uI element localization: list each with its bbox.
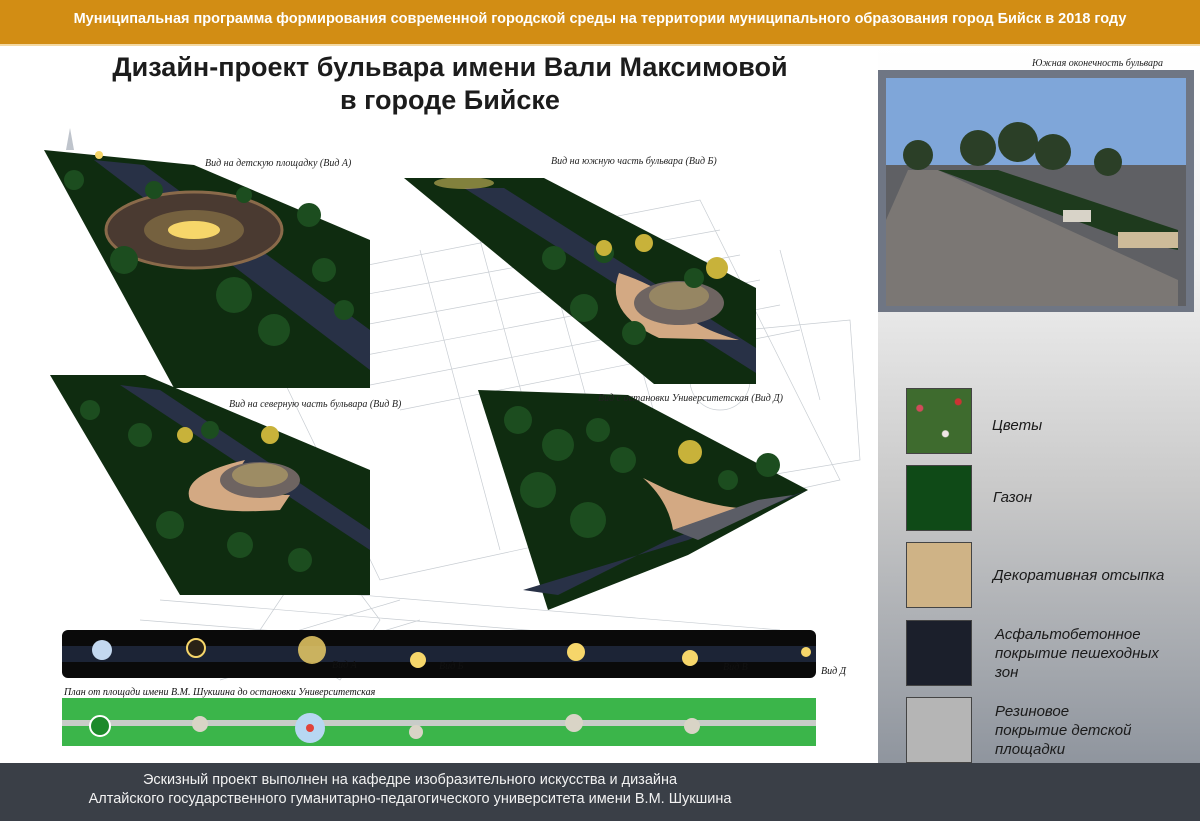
plan-marker-view-c: Вид В xyxy=(723,662,748,673)
legend-label-decorative-fill: Декоративная отсыпка xyxy=(993,567,1165,584)
footer-line-2: Алтайского государственного гуманитарно-… xyxy=(88,791,732,807)
photo-caption: Южная оконечность бульвара xyxy=(1032,58,1164,69)
plan-caption: План от площади имени В.М. Шукшина до ос… xyxy=(64,687,376,698)
caption-view-a: Вид на детскую площадку (Вид А) xyxy=(205,158,352,169)
caption-view-b: Вид на южную часть бульвара (Вид Б) xyxy=(551,156,717,167)
swatch-asphalt xyxy=(906,620,972,686)
page-title-line-1: Дизайн-проект бульвара имени Вали Максим… xyxy=(112,52,788,82)
plan-marker-view-a: Вид А xyxy=(332,660,357,671)
photo-south-end xyxy=(878,70,1194,312)
swatch-decorative-fill xyxy=(906,542,972,608)
render-view-d xyxy=(478,390,808,610)
header-title: Муниципальная программа формирования сов… xyxy=(73,11,1127,27)
footer-line-1: Эскизный проект выполнен на кафедре изоб… xyxy=(142,772,678,788)
plan-strip-day xyxy=(62,698,816,746)
render-view-b xyxy=(404,178,756,384)
legend-label-rubber: Резиновое покрытие детской площадки xyxy=(995,703,1132,758)
swatch-lawn xyxy=(906,465,972,531)
page-title-line-2: в городе Бийске xyxy=(340,85,560,115)
plan-marker-view-d: Вид Д xyxy=(821,666,847,677)
legend-label-asphalt: Асфальтобетонное покрытие пешеходных зон xyxy=(995,626,1159,681)
caption-view-d: Вид с остановки Университетская (Вид Д) xyxy=(598,393,783,404)
legend-label-lawn: Газон xyxy=(993,489,1033,506)
plan-strip-night xyxy=(62,630,816,678)
swatch-flowers xyxy=(906,388,972,454)
bottom-margin xyxy=(0,821,1200,835)
legend-label-flowers: Цветы xyxy=(992,417,1043,434)
caption-view-c: Вид на северную часть бульвара (Вид В) xyxy=(229,399,402,410)
swatch-rubber xyxy=(906,697,972,763)
plan-marker-view-b: Вид Б xyxy=(439,661,464,672)
